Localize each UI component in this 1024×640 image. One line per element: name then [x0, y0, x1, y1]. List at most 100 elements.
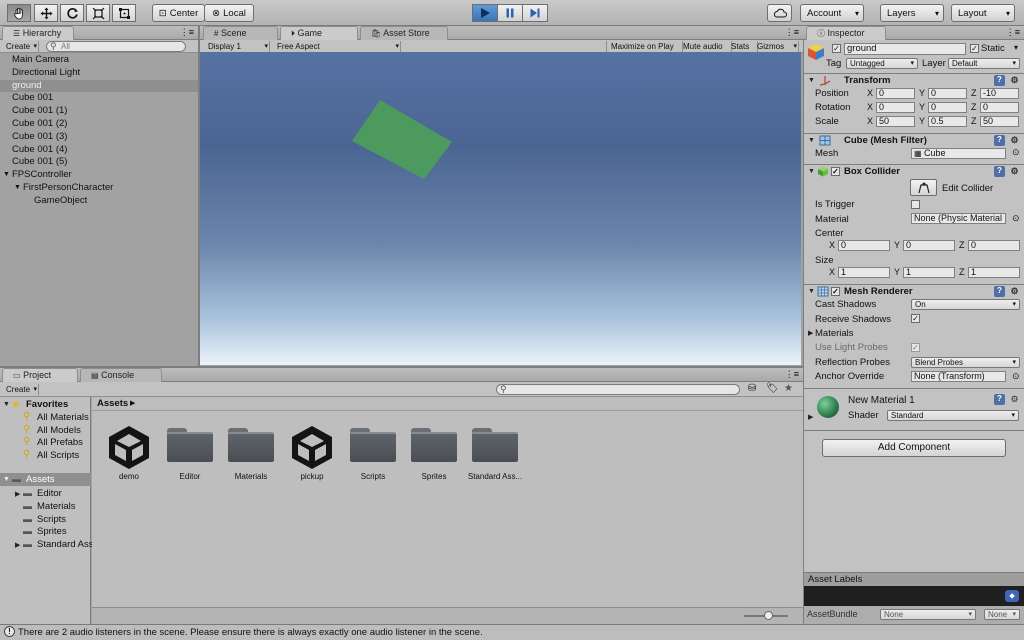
hierarchy-item[interactable]: Cube 001 (2)	[0, 118, 198, 131]
shader-dropdown[interactable]: Standard	[887, 410, 1019, 421]
hand-tool-button[interactable]	[7, 4, 31, 22]
position-y-field[interactable]: 0	[928, 88, 967, 99]
cast-shadows-dropdown[interactable]: On	[911, 299, 1020, 310]
materials-label[interactable]: Materials	[815, 328, 854, 339]
collapse-arrow-icon[interactable]: ▼	[3, 476, 10, 483]
hierarchy-item[interactable]: Main Camera	[0, 54, 198, 67]
pause-button[interactable]	[497, 4, 523, 22]
filter-by-type-icon[interactable]: ⛁	[748, 383, 756, 394]
gizmos-dropdown[interactable]: Gizmos	[753, 41, 799, 52]
hierarchy-item[interactable]: Cube 001 (1)	[0, 105, 198, 118]
layers-dropdown[interactable]: Layers	[880, 4, 944, 22]
box-collider-enabled-checkbox[interactable]: ✓	[831, 167, 840, 176]
game-view[interactable]	[200, 52, 801, 365]
anchor-override-field[interactable]: None (Transform)	[911, 371, 1006, 382]
tag-icon[interactable]: ⬥	[1005, 590, 1019, 602]
hierarchy-item[interactable]: Cube 001 (3)	[0, 131, 198, 144]
scale-z-field[interactable]: 50	[980, 116, 1019, 127]
tab-scene[interactable]: # Scene	[203, 26, 278, 40]
hierarchy-item[interactable]: Cube 001 (5)	[0, 156, 198, 169]
favorites-item[interactable]: All Models	[37, 425, 81, 436]
favorite-star-icon[interactable]: ★	[784, 383, 793, 394]
expand-arrow-icon[interactable]: ▶	[15, 490, 20, 498]
mesh-field[interactable]: ▦ Cube	[911, 148, 1006, 159]
help-icon[interactable]: ?	[994, 135, 1005, 146]
move-tool-button[interactable]	[34, 4, 58, 22]
panel-menu-icon[interactable]: ⋮≡	[1006, 27, 1020, 38]
tab-game[interactable]: ⏵ Game	[280, 26, 358, 40]
edit-collider-button[interactable]	[910, 179, 937, 196]
layer-dropdown[interactable]: Default	[948, 58, 1020, 69]
rotation-z-field[interactable]: 0	[980, 102, 1019, 113]
help-icon[interactable]: ?	[994, 166, 1005, 177]
rotation-x-field[interactable]: 0	[876, 102, 915, 113]
hierarchy-item[interactable]: Cube 001 (4)	[0, 144, 198, 157]
panel-menu-icon[interactable]: ⋮≡	[180, 27, 194, 38]
position-z-field[interactable]: -10	[980, 88, 1019, 99]
help-icon[interactable]: ?	[994, 75, 1005, 86]
play-button[interactable]	[472, 4, 498, 22]
light-probes-checkbox[interactable]: ✓	[911, 343, 920, 352]
size-z-field[interactable]: 1	[968, 267, 1020, 278]
hierarchy-item[interactable]: ground	[0, 79, 198, 93]
hierarchy-item[interactable]: ▼ FPSController	[0, 169, 198, 182]
pivot-center-toggle[interactable]: ⊡ Center	[152, 4, 205, 22]
static-dropdown-icon[interactable]: ▾	[1014, 43, 1018, 52]
box-collider-component-header[interactable]: ▼ ✓ Box Collider ? ⚙	[804, 164, 1024, 178]
gear-icon[interactable]: ⚙	[1009, 286, 1020, 297]
favorites-item[interactable]: All Prefabs	[37, 437, 83, 448]
status-bar[interactable]: ! There are 2 audio listeners in the sce…	[0, 624, 1024, 640]
collider-material-field[interactable]: None (Physic Material	[911, 213, 1006, 224]
center-y-field[interactable]: 0	[903, 240, 955, 251]
project-search-input[interactable]	[496, 384, 740, 395]
gear-icon[interactable]: ⚙	[1009, 135, 1020, 146]
tab-console[interactable]: ▤ Console	[80, 368, 162, 382]
folder-tree-item[interactable]: Standard Ass	[37, 539, 94, 550]
tab-project[interactable]: ▭ Project	[2, 368, 78, 382]
active-checkbox[interactable]: ✓	[832, 44, 841, 53]
display-dropdown[interactable]: Display 1	[204, 41, 270, 52]
hierarchy-search-input[interactable]: All	[46, 41, 186, 52]
gear-icon[interactable]: ⚙	[1009, 75, 1020, 86]
static-checkbox[interactable]: ✓	[970, 44, 979, 53]
gear-icon[interactable]: ⚙	[1009, 394, 1020, 405]
aspect-dropdown[interactable]: Free Aspect	[273, 41, 401, 52]
object-picker-icon[interactable]: ⊙	[1012, 147, 1020, 158]
gear-icon[interactable]: ⚙	[1009, 166, 1020, 177]
position-x-field[interactable]: 0	[876, 88, 915, 99]
collapse-arrow-icon[interactable]: ▼	[3, 401, 10, 408]
transform-component-header[interactable]: ▼ Transform ? ⚙	[804, 73, 1024, 87]
add-component-button[interactable]: Add Component	[822, 439, 1006, 457]
folder-tree-item[interactable]: Materials	[37, 501, 76, 512]
favorites-item[interactable]: All Scripts	[37, 450, 79, 461]
is-trigger-checkbox[interactable]	[911, 200, 920, 209]
tab-hierarchy[interactable]: ☰ Hierarchy	[2, 26, 74, 40]
hierarchy-item[interactable]: Cube 001	[0, 92, 198, 105]
center-z-field[interactable]: 0	[968, 240, 1020, 251]
receive-shadows-checkbox[interactable]: ✓	[911, 314, 920, 323]
breadcrumb-assets[interactable]: Assets	[97, 398, 128, 409]
scale-y-field[interactable]: 0.5	[928, 116, 967, 127]
size-y-field[interactable]: 1	[903, 267, 955, 278]
hierarchy-create-dropdown[interactable]: Create	[2, 41, 40, 52]
project-create-dropdown[interactable]: Create	[2, 384, 40, 395]
mesh-filter-component-header[interactable]: ▼ Cube (Mesh Filter) ? ⚙	[804, 133, 1024, 147]
layout-dropdown[interactable]: Layout	[951, 4, 1015, 22]
scale-x-field[interactable]: 50	[876, 116, 915, 127]
step-button[interactable]	[522, 4, 548, 22]
panel-menu-icon[interactable]: ⋮≡	[785, 27, 799, 38]
asset-labels-header[interactable]: Asset Labels	[804, 572, 1024, 586]
folder-tree-item[interactable]: Scripts	[37, 514, 66, 525]
expand-arrow-icon[interactable]: ▶	[808, 329, 813, 337]
help-icon[interactable]: ?	[994, 394, 1005, 405]
tab-asset-store[interactable]: 🛍 Asset Store	[360, 26, 448, 40]
size-x-field[interactable]: 1	[838, 267, 890, 278]
panel-menu-icon[interactable]: ⋮≡	[785, 369, 799, 380]
hierarchy-item[interactable]: ▼ FirstPersonCharacter	[0, 182, 198, 195]
space-local-toggle[interactable]: ⊗ Local	[204, 4, 254, 22]
favorites-item[interactable]: All Materials	[37, 412, 89, 423]
cloud-button[interactable]	[767, 4, 792, 22]
object-name-field[interactable]: ground	[844, 43, 966, 55]
zoom-slider-handle[interactable]	[764, 611, 773, 620]
expand-arrow-icon[interactable]: ▶	[808, 413, 813, 421]
